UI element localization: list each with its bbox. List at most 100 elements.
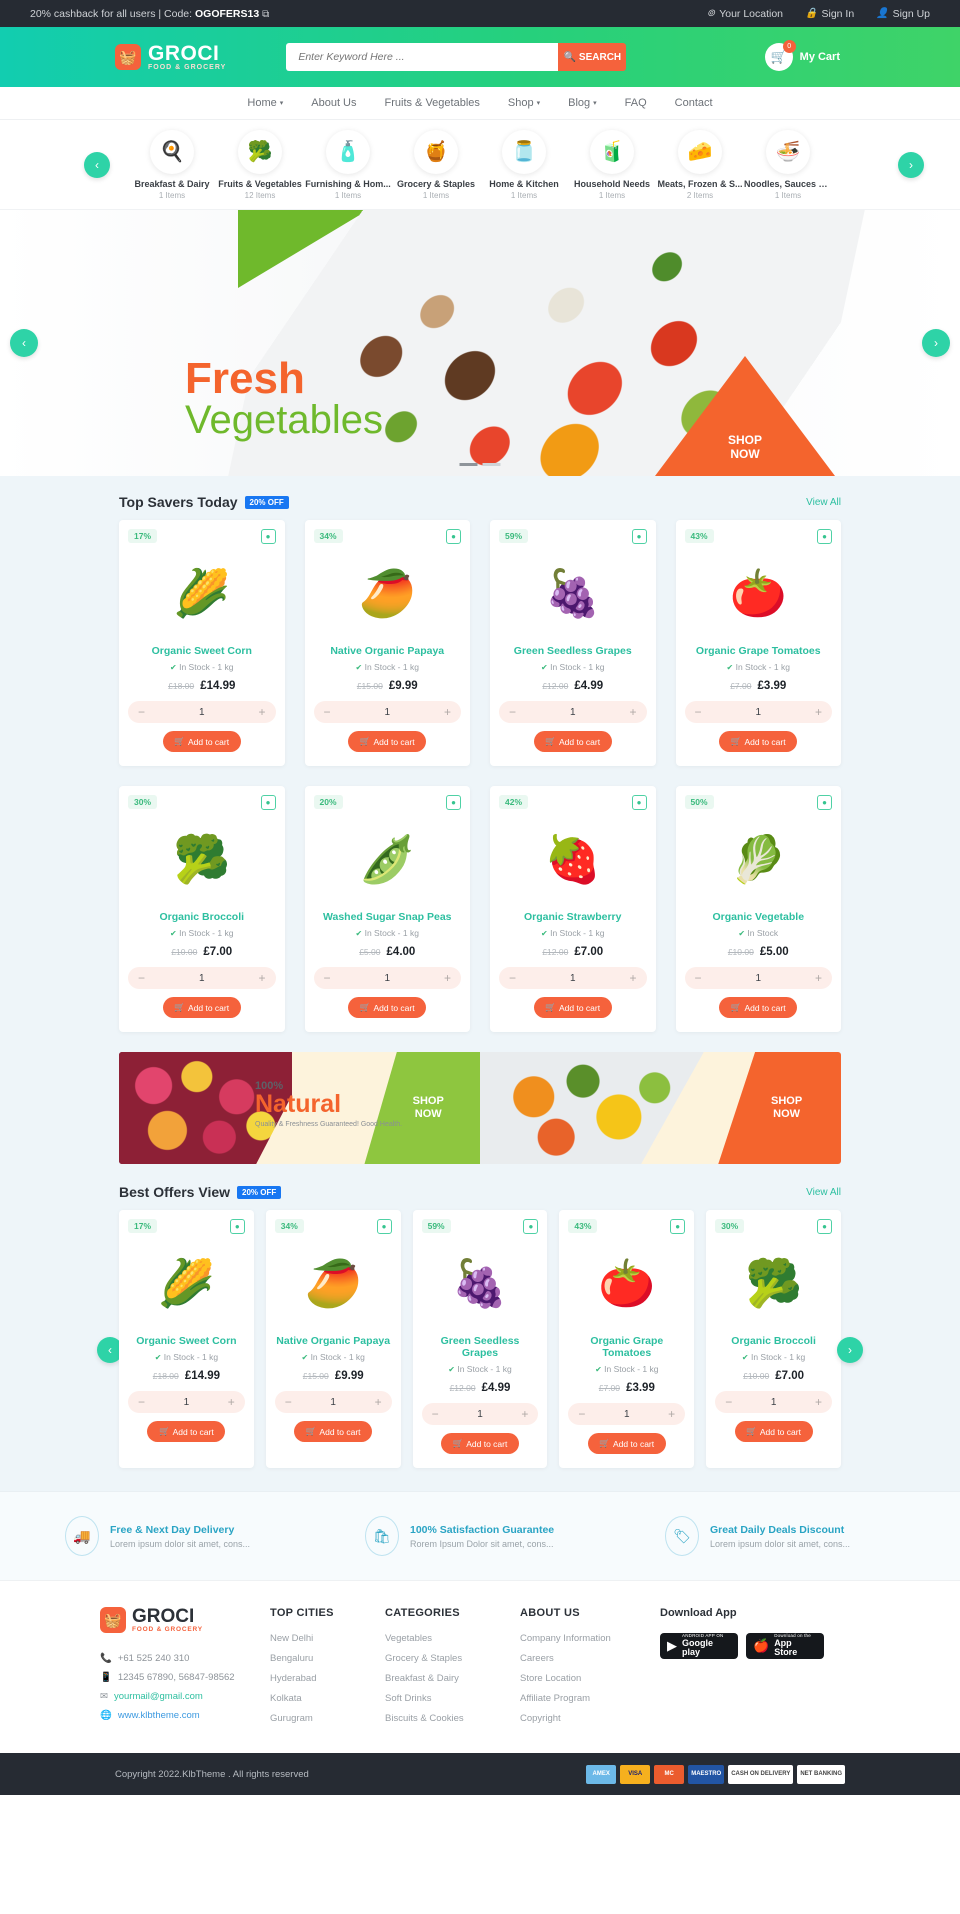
quantity-increase-button[interactable]: + (258, 972, 265, 984)
add-to-cart-button[interactable]: 🛒 Add to cart (348, 997, 427, 1018)
sign-up-link[interactable]: 👤 Sign Up (876, 8, 930, 20)
promo-banner-natural[interactable]: 100% Natural Quality & Freshness Guarant… (119, 1052, 480, 1164)
wishlist-icon[interactable]: ● (523, 1219, 539, 1234)
footer-link[interactable]: Hyderabad (270, 1673, 385, 1684)
wishlist-icon[interactable]: ● (229, 1219, 245, 1234)
category-item[interactable]: 🧴 Furnishing & Hom... 1 Items (304, 129, 392, 200)
nav-item-home[interactable]: Home ▾ (247, 97, 283, 109)
category-item[interactable]: 🍯 Grocery & Staples 1 Items (392, 129, 480, 200)
wishlist-icon[interactable]: ● (446, 529, 461, 544)
quantity-decrease-button[interactable]: − (509, 972, 516, 984)
product-name[interactable]: Green Seedless Grapes (422, 1335, 539, 1359)
quantity-increase-button[interactable]: + (228, 1396, 235, 1408)
quantity-stepper[interactable]: − 1 + (128, 701, 276, 723)
wishlist-icon[interactable]: ● (817, 529, 832, 544)
add-to-cart-button[interactable]: 🛒 Add to cart (162, 997, 241, 1018)
quantity-decrease-button[interactable]: − (509, 706, 516, 718)
hero-prev-button[interactable]: ‹ (10, 329, 38, 357)
quantity-increase-button[interactable]: + (815, 972, 822, 984)
add-to-cart-button[interactable]: 🛒 Add to cart (587, 1433, 666, 1454)
quantity-increase-button[interactable]: + (815, 1396, 822, 1408)
footer-link[interactable]: Biscuits & Cookies (385, 1713, 520, 1724)
quantity-decrease-button[interactable]: − (432, 1408, 439, 1420)
footer-link[interactable]: New Delhi (270, 1633, 385, 1644)
cart-widget[interactable]: 🛒 0 My Cart (764, 40, 840, 71)
wishlist-icon[interactable]: ● (446, 795, 461, 810)
hero-pagination-dots[interactable] (459, 463, 501, 466)
product-card[interactable]: 59% ● 🍇 Green Seedless Grapes ✔ In Stock… (490, 520, 656, 766)
category-item[interactable]: 🥦 Fruits & Vegetables 12 Items (216, 129, 304, 200)
quantity-decrease-button[interactable]: − (578, 1408, 585, 1420)
quantity-stepper[interactable]: − 1 + (313, 967, 461, 989)
add-to-cart-button[interactable]: 🛒 Add to cart (734, 1421, 813, 1442)
quantity-stepper[interactable]: − 1 + (684, 701, 832, 723)
footer-contact-item[interactable]: ✉ yourmail@gmail.com (100, 1691, 270, 1702)
sign-in-link[interactable]: 🔒 Sign In (805, 8, 854, 20)
top-savers-view-all[interactable]: View All (806, 497, 841, 508)
quantity-increase-button[interactable]: + (815, 706, 822, 718)
promo-fresh-cta[interactable]: SHOP NOW (718, 1052, 841, 1164)
product-name[interactable]: Organic Broccoli (128, 911, 276, 923)
nav-item-fruits-vegetables[interactable]: Fruits & Vegetables (385, 97, 480, 109)
nav-item-blog[interactable]: Blog ▾ (568, 97, 597, 109)
quantity-decrease-button[interactable]: − (695, 972, 702, 984)
product-name[interactable]: Organic Grape Tomatoes (568, 1335, 685, 1359)
add-to-cart-button[interactable]: 🛒 Add to cart (533, 997, 612, 1018)
footer-logo[interactable]: 🧺 GROCI FOOD & GROCERY (100, 1607, 270, 1633)
footer-link[interactable]: Careers (520, 1653, 660, 1664)
quantity-increase-button[interactable]: + (521, 1408, 528, 1420)
promo-banner-fresh[interactable]: Fresh Vegetables SHOP NOW (480, 1052, 841, 1164)
product-card[interactable]: 17% ● 🌽 Organic Sweet Corn ✔ In Stock - … (119, 520, 285, 766)
wishlist-icon[interactable]: ● (260, 795, 276, 810)
wishlist-icon[interactable]: ● (670, 1219, 686, 1234)
product-card[interactable]: 34% ● 🥭 Native Organic Papaya ✔ In Stock… (265, 1210, 401, 1468)
nav-item-contact[interactable]: Contact (675, 97, 713, 109)
promo-code[interactable]: OGOFERS13 (195, 8, 259, 20)
best-offers-view-all[interactable]: View All (806, 1187, 841, 1198)
product-card[interactable]: 34% ● 🥭 Native Organic Papaya ✔ In Stock… (304, 520, 470, 766)
quantity-decrease-button[interactable]: − (324, 972, 331, 984)
product-name[interactable]: Organic Broccoli (715, 1335, 832, 1347)
category-item[interactable]: 🍜 Noodles, Sauces &... 1 Items (744, 129, 832, 200)
product-card[interactable]: 59% ● 🍇 Green Seedless Grapes ✔ In Stock… (412, 1210, 548, 1468)
quantity-stepper[interactable]: − 1 + (499, 967, 647, 989)
search-bar[interactable]: 🔍 SEARCH (286, 43, 627, 71)
product-name[interactable]: Organic Sweet Corn (128, 1335, 245, 1347)
footer-link[interactable]: Gurugram (270, 1713, 385, 1724)
nav-item-about-us[interactable]: About Us (311, 97, 356, 109)
add-to-cart-button[interactable]: 🛒 Add to cart (719, 731, 798, 752)
quantity-stepper[interactable]: − 1 + (313, 701, 461, 723)
quantity-increase-button[interactable]: + (668, 1408, 675, 1420)
copy-icon[interactable]: ⧉ (262, 9, 269, 20)
footer-link[interactable]: Grocery & Staples (385, 1653, 520, 1664)
best-offers-next-button[interactable]: › (837, 1337, 863, 1363)
quantity-increase-button[interactable]: + (629, 972, 636, 984)
footer-link[interactable]: Copyright (520, 1713, 660, 1724)
quantity-increase-button[interactable]: + (258, 706, 265, 718)
product-card[interactable]: 30% ● 🥦 Organic Broccoli ✔ In Stock - 1 … (119, 786, 285, 1032)
category-item[interactable]: 🫙 Home & Kitchen 1 Items (480, 129, 568, 200)
product-card[interactable]: 50% ● 🥬 Organic Vegetable ✔ In Stock £10… (675, 786, 841, 1032)
product-card[interactable]: 42% ● 🍓 Organic Strawberry ✔ In Stock - … (490, 786, 656, 1032)
category-prev-button[interactable]: ‹ (84, 151, 110, 178)
quantity-decrease-button[interactable]: − (324, 706, 331, 718)
add-to-cart-button[interactable]: 🛒 Add to cart (294, 1421, 373, 1442)
add-to-cart-button[interactable]: 🛒 Add to cart (348, 731, 427, 752)
nav-item-shop[interactable]: Shop ▾ (508, 97, 540, 109)
quantity-stepper[interactable]: − 1 + (128, 1391, 245, 1413)
quantity-stepper[interactable]: − 1 + (128, 967, 276, 989)
search-input[interactable] (286, 43, 559, 71)
quantity-decrease-button[interactable]: − (725, 1396, 732, 1408)
product-name[interactable]: Native Organic Papaya (314, 645, 462, 657)
footer-link[interactable]: Breakfast & Dairy (385, 1673, 520, 1684)
category-next-button[interactable]: › (898, 151, 924, 178)
quantity-decrease-button[interactable]: − (138, 1396, 145, 1408)
footer-link[interactable]: Store Location (520, 1673, 660, 1684)
quantity-stepper[interactable]: − 1 + (274, 1391, 392, 1413)
add-to-cart-button[interactable]: 🛒 Add to cart (162, 731, 241, 752)
hero-next-button[interactable]: › (922, 329, 950, 357)
footer-link[interactable]: Soft Drinks (385, 1693, 520, 1704)
category-item[interactable]: 🍳 Breakfast & Dairy 1 Items (128, 129, 216, 200)
product-card[interactable]: 30% ● 🥦 Organic Broccoli ✔ In Stock - 1 … (706, 1210, 841, 1468)
app-store-button[interactable]: ▶ ANDROID APP ON Google play (660, 1633, 738, 1659)
